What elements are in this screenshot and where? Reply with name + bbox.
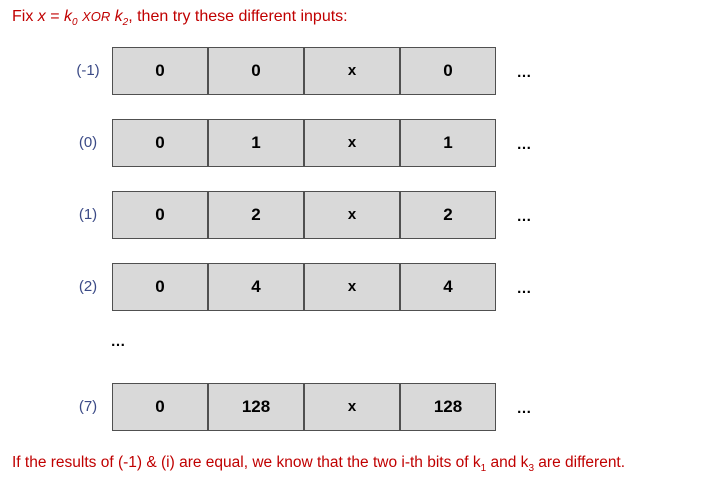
cell: 128 <box>400 383 496 431</box>
cell: 4 <box>208 263 304 311</box>
cell: 2 <box>400 191 496 239</box>
cell: 0 <box>112 119 208 167</box>
title-suffix: , then try these different inputs: <box>128 8 348 25</box>
input-row-1: (1) 0 2 x 2 … <box>0 191 717 239</box>
title-k0-sub: 0 <box>72 17 78 29</box>
cell: x <box>304 383 400 431</box>
row-ellipsis: … <box>516 280 532 297</box>
title-prefix: Fix <box>12 8 38 25</box>
row-label: (2) <box>78 278 98 295</box>
cell: x <box>304 119 400 167</box>
title-var-x: x <box>37 8 46 25</box>
cell: 1 <box>400 119 496 167</box>
cell: 0 <box>112 47 208 95</box>
row-ellipsis: … <box>516 64 532 81</box>
cell: x <box>304 191 400 239</box>
cell: 0 <box>400 47 496 95</box>
middle-ellipsis: … <box>110 333 126 350</box>
row-label: (7) <box>78 398 98 415</box>
cell: 2 <box>208 191 304 239</box>
cell: 0 <box>112 191 208 239</box>
cell: 0 <box>208 47 304 95</box>
input-row-7: (7) 0 128 x 128 … <box>0 383 717 431</box>
row-label: (-1) <box>76 62 100 79</box>
cell: 0 <box>112 383 208 431</box>
title-k0: k <box>64 8 73 25</box>
cell: 1 <box>208 119 304 167</box>
title-k2: k <box>114 8 123 25</box>
input-row-0: (0) 0 1 x 1 … <box>0 119 717 167</box>
input-row-2: (2) 0 4 x 4 … <box>0 263 717 311</box>
row-label: (0) <box>78 134 98 151</box>
footer-part2: and k <box>486 454 529 471</box>
cell: x <box>304 47 400 95</box>
row-ellipsis: … <box>516 136 532 153</box>
row-label: (1) <box>78 206 98 223</box>
row-ellipsis: … <box>516 208 532 225</box>
cell: 128 <box>208 383 304 431</box>
cell: 4 <box>400 263 496 311</box>
title-equals: = <box>45 8 65 25</box>
footer-note: If the results of (-1) & (i) are equal, … <box>12 454 625 474</box>
footer-part1: If the results of (-1) & (i) are equal, … <box>12 454 481 471</box>
title-xor: XOR <box>82 9 111 24</box>
title: Fix x = k0 XOR k2, then try these differ… <box>12 8 348 28</box>
row-ellipsis: … <box>516 400 532 417</box>
footer-part3: are different. <box>534 454 626 471</box>
input-row-minus1: (-1) 0 0 x 0 … <box>0 47 717 95</box>
cell: x <box>304 263 400 311</box>
cell: 0 <box>112 263 208 311</box>
